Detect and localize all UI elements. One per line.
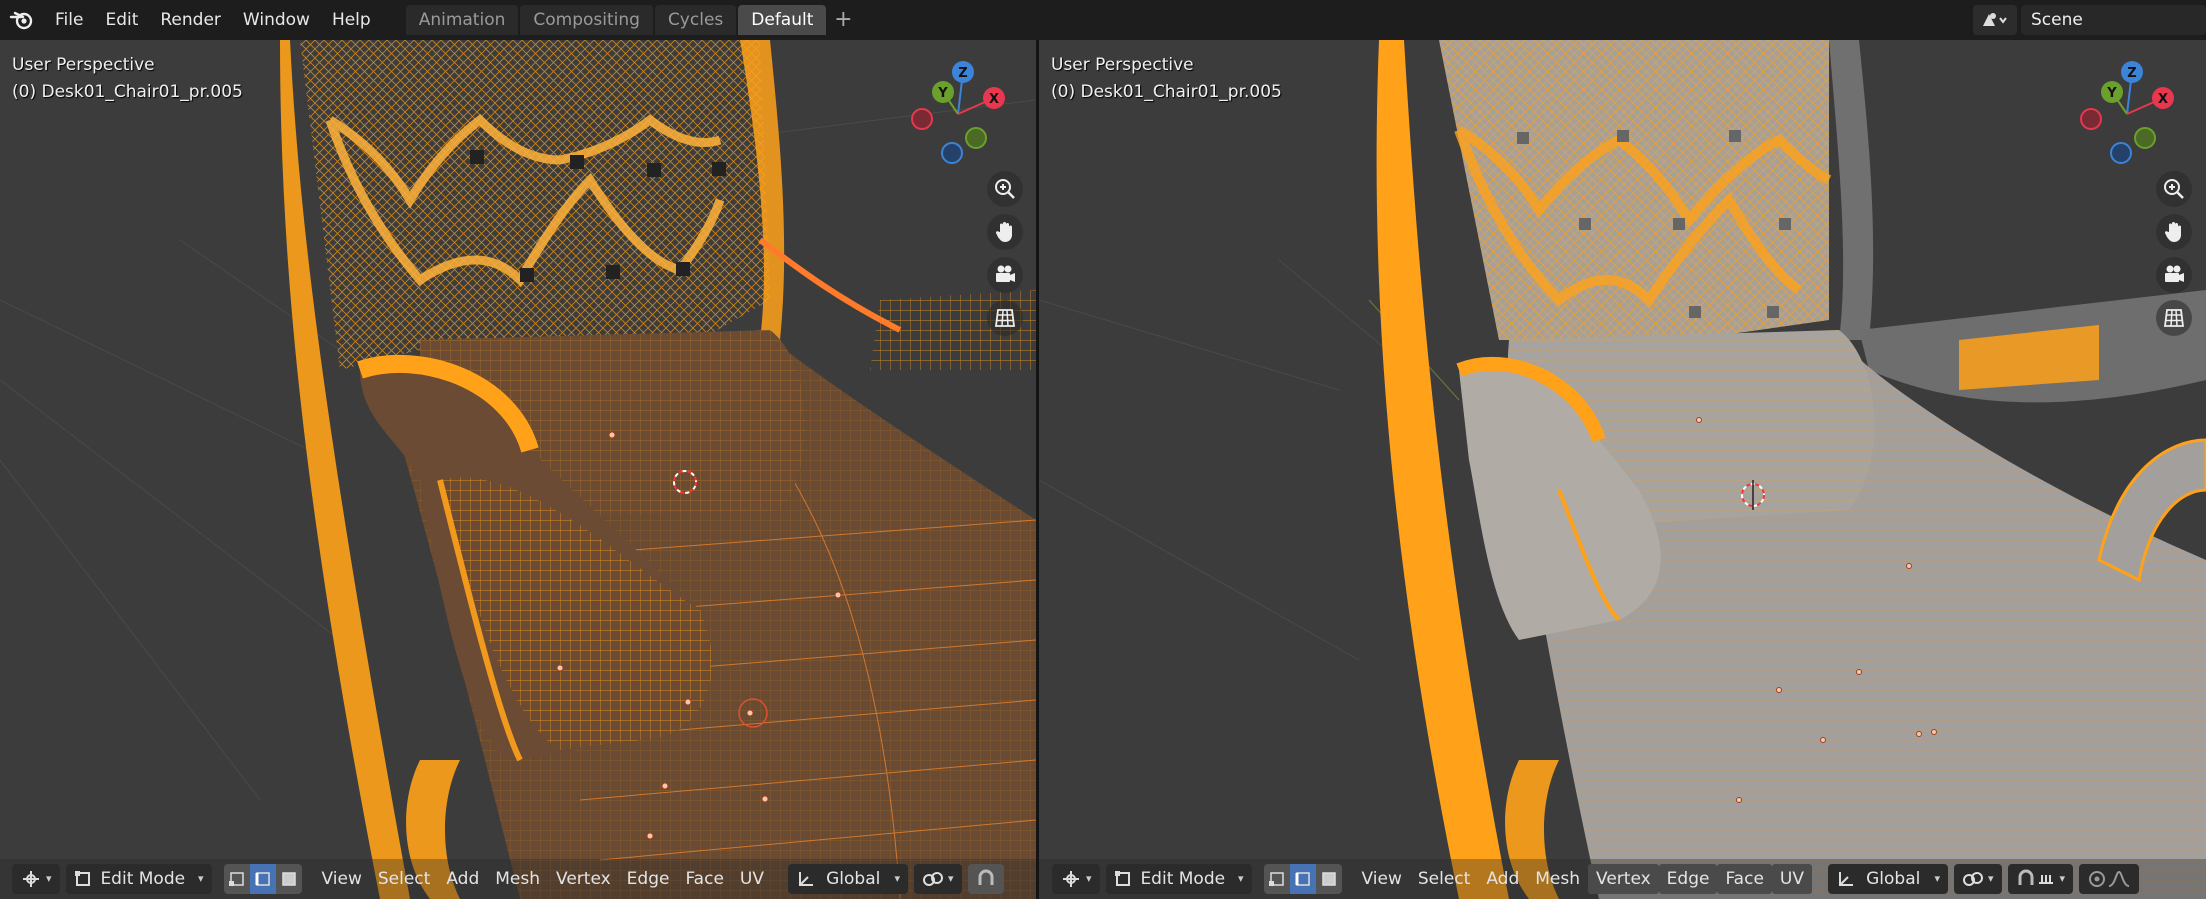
- edit-mode-icon: [74, 871, 90, 886]
- mode-label: Edit Mode: [1140, 869, 1226, 889]
- mode-label: Edit Mode: [100, 869, 186, 889]
- scene-name-field[interactable]: Scene: [2021, 5, 2206, 35]
- wireframe-scene: [0, 40, 1036, 899]
- view-name-label: User Perspective: [12, 55, 155, 75]
- viewport-header: ▾ Edit Mode ▾ View Select Add Mesh Vertex…: [1039, 859, 2206, 899]
- orientation-icon: [1839, 872, 1853, 886]
- gizmo-z-label: Z: [2127, 66, 2136, 81]
- menu-select[interactable]: Select: [1410, 864, 1478, 894]
- menu-view[interactable]: View: [1354, 864, 1410, 894]
- tab-animation[interactable]: Animation: [405, 5, 519, 35]
- grid-toggle-icon[interactable]: [987, 300, 1023, 336]
- edge-select-icon[interactable]: [249, 864, 276, 894]
- menu-uv[interactable]: UV: [1771, 864, 1812, 894]
- menu-view[interactable]: View: [314, 864, 370, 894]
- menu-face[interactable]: Face: [677, 864, 731, 894]
- menu-mesh[interactable]: Mesh: [1527, 864, 1588, 894]
- pivot-dropdown[interactable]: ▾: [1954, 864, 2002, 894]
- mode-dropdown[interactable]: Edit Mode ▾: [65, 864, 212, 894]
- vertex-select-icon[interactable]: [223, 864, 250, 894]
- menu-window[interactable]: Window: [232, 0, 321, 40]
- menu-vertex[interactable]: Vertex: [548, 864, 619, 894]
- menu-add[interactable]: Add: [1478, 864, 1527, 894]
- gizmo-x-label: X: [2158, 92, 2168, 107]
- active-object-label: (0) Desk01_Chair01_pr.005: [12, 82, 243, 102]
- select-mode-group: [223, 864, 302, 894]
- transform-orientation-dropdown[interactable]: Global ▾: [788, 864, 908, 894]
- tab-compositing[interactable]: Compositing: [520, 5, 653, 35]
- falloff-curve-icon: [2108, 870, 2130, 887]
- camera-icon[interactable]: [2156, 257, 2192, 293]
- vertex-select-icon[interactable]: [1263, 864, 1290, 894]
- workspace-tabs: Animation Compositing Cycles Default +: [405, 5, 859, 35]
- link-icon: [923, 872, 943, 886]
- menu-edge[interactable]: Edge: [1658, 864, 1718, 894]
- mode-dropdown[interactable]: Edit Mode ▾: [1105, 864, 1252, 894]
- blender-logo-icon[interactable]: [0, 0, 44, 40]
- grid-toggle-icon[interactable]: [2156, 300, 2192, 336]
- scene-selector: Scene: [1973, 5, 2206, 35]
- snap-toggle-icon[interactable]: ▾: [2007, 864, 2074, 894]
- 3d-cursor-icon: [673, 470, 697, 494]
- 3d-cursor-icon: [1741, 480, 1765, 510]
- gizmo-x-label: X: [989, 92, 999, 107]
- face-select-icon[interactable]: [1315, 864, 1342, 894]
- orientation-label: Global: [826, 869, 881, 889]
- snap-target-icon: [2038, 875, 2053, 884]
- pivot-dropdown[interactable]: ▾: [914, 864, 962, 894]
- camera-icon[interactable]: [987, 257, 1023, 293]
- gizmo-z-label: Z: [958, 66, 967, 81]
- scene-icon[interactable]: [1973, 5, 2017, 35]
- view-name-label: User Perspective: [1051, 55, 1194, 75]
- hand-pan-icon[interactable]: [987, 214, 1023, 250]
- zoom-icon[interactable]: [987, 171, 1023, 207]
- zoom-icon[interactable]: [2156, 171, 2192, 207]
- tab-cycles[interactable]: Cycles: [654, 5, 737, 35]
- menu-mesh[interactable]: Mesh: [487, 864, 548, 894]
- viewport-header: ▾ Edit Mode ▾ View Select Add Mesh Vertex…: [0, 859, 1036, 899]
- snap-toggle-icon[interactable]: [967, 864, 1004, 894]
- active-object-label: (0) Desk01_Chair01_pr.005: [1051, 82, 1282, 102]
- solid-scene: [1039, 40, 2206, 899]
- gizmo-y-label: Y: [937, 86, 948, 101]
- viewport-wireframe[interactable]: User Perspective (0) Desk01_Chair01_pr.0…: [0, 40, 1036, 899]
- editor-type-button[interactable]: ▾: [1052, 864, 1100, 894]
- orientation-label: Global: [1866, 869, 1921, 889]
- menu-file[interactable]: File: [44, 0, 94, 40]
- editor-type-button[interactable]: ▾: [12, 864, 60, 894]
- gizmo-y-label: Y: [2106, 86, 2117, 101]
- menu-uv[interactable]: UV: [732, 864, 772, 894]
- editor-type-icon: [23, 871, 39, 887]
- menu-select[interactable]: Select: [370, 864, 438, 894]
- menu-vertex[interactable]: Vertex: [1588, 864, 1659, 894]
- transform-orientation-dropdown[interactable]: Global ▾: [1828, 864, 1948, 894]
- menu-render[interactable]: Render: [149, 0, 232, 40]
- tab-default[interactable]: Default: [738, 5, 827, 35]
- menu-edit[interactable]: Edit: [94, 0, 149, 40]
- menu-add[interactable]: Add: [438, 864, 487, 894]
- top-bar: File Edit Render Window Help Animation C…: [0, 0, 2206, 40]
- editor-type-icon: [1063, 871, 1079, 887]
- select-mode-group: [1263, 864, 1342, 894]
- edit-mode-icon: [1114, 871, 1130, 886]
- axis-gizmo[interactable]: Z Y X: [903, 54, 1013, 164]
- hand-pan-icon[interactable]: [2156, 214, 2192, 250]
- viewport-info: User Perspective (0) Desk01_Chair01_pr.0…: [12, 52, 243, 106]
- menu-edge[interactable]: Edge: [619, 864, 678, 894]
- edge-select-icon[interactable]: [1289, 864, 1316, 894]
- face-select-icon[interactable]: [275, 864, 302, 894]
- axis-gizmo[interactable]: Z Y X: [2072, 54, 2182, 164]
- viewport-info: User Perspective (0) Desk01_Chair01_pr.0…: [1051, 52, 1282, 106]
- viewport-solid[interactable]: User Perspective (0) Desk01_Chair01_pr.0…: [1039, 40, 2206, 899]
- proportional-edit-icon[interactable]: [2079, 864, 2140, 894]
- orientation-icon: [799, 872, 813, 886]
- menu-face[interactable]: Face: [1717, 864, 1772, 894]
- menu-help[interactable]: Help: [321, 0, 382, 40]
- add-workspace-button[interactable]: +: [828, 5, 858, 35]
- link-icon: [1963, 872, 1983, 886]
